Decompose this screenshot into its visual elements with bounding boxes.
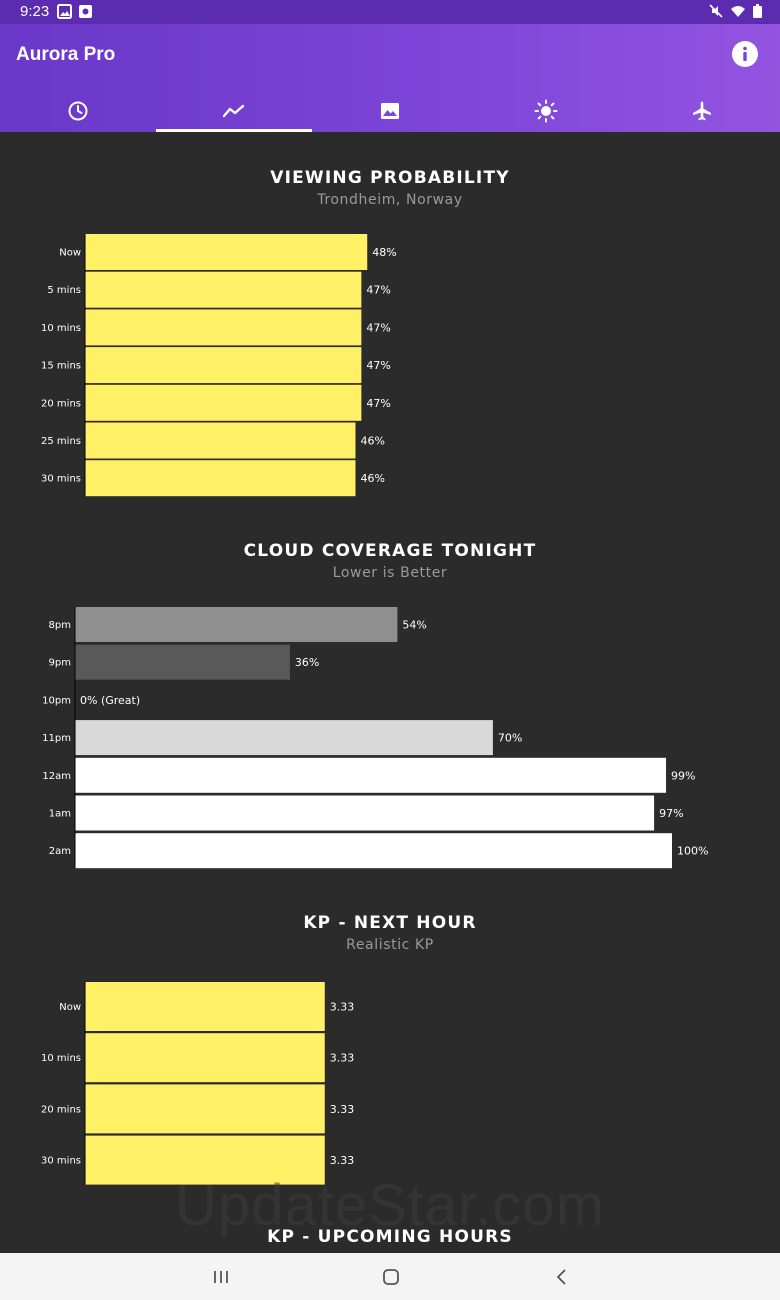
value-label: 36% bbox=[295, 656, 319, 669]
category-label: 10 mins bbox=[41, 323, 81, 334]
category-label: Now bbox=[59, 248, 81, 259]
image-icon bbox=[381, 103, 399, 119]
value-label: 3.33 bbox=[330, 1001, 355, 1014]
value-label: 3.33 bbox=[330, 1052, 355, 1065]
wifi-icon bbox=[731, 5, 745, 17]
bar bbox=[85, 982, 325, 1031]
value-label: 70% bbox=[498, 732, 522, 745]
value-label: 3.33 bbox=[330, 1103, 355, 1116]
status-notification-icons bbox=[57, 4, 93, 19]
clock-icon bbox=[68, 101, 88, 121]
kp-next-hour-subtitle: Realistic KP bbox=[346, 937, 434, 953]
value-label: 100% bbox=[677, 845, 708, 858]
bar bbox=[75, 720, 493, 756]
kp-next-hour-title: KP - NEXT HOUR bbox=[303, 913, 477, 933]
mute-icon bbox=[709, 4, 723, 18]
value-label: 47% bbox=[366, 284, 390, 297]
status-bar: 9:23 bbox=[0, 0, 780, 24]
tab-images[interactable] bbox=[312, 90, 468, 132]
tab-now[interactable] bbox=[0, 90, 156, 132]
bar bbox=[85, 1084, 325, 1134]
value-label: 97% bbox=[659, 807, 683, 820]
bar bbox=[75, 757, 667, 793]
value-label: 47% bbox=[366, 397, 390, 410]
value-label: 46% bbox=[360, 472, 384, 485]
category-label: 5 mins bbox=[47, 285, 81, 296]
recent-apps-icon bbox=[214, 1271, 228, 1283]
category-label: 12am bbox=[42, 771, 71, 782]
viewing-probability-title: VIEWING PROBABILITY bbox=[270, 168, 510, 188]
back-icon bbox=[557, 1269, 566, 1285]
gallery-notification-icon bbox=[57, 4, 72, 19]
bar bbox=[85, 234, 368, 270]
category-label: 10pm bbox=[42, 695, 71, 706]
tab-travel[interactable] bbox=[624, 90, 780, 132]
value-label: 46% bbox=[360, 435, 384, 448]
tab-sun[interactable] bbox=[468, 90, 624, 132]
app-root: 9:23 Aurora Pro VIEWING PROBABILITY Tron… bbox=[0, 0, 780, 1300]
value-label: 3.33 bbox=[330, 1154, 355, 1167]
category-label: 30 mins bbox=[41, 474, 81, 485]
airplane-icon bbox=[693, 101, 711, 121]
bar bbox=[85, 271, 362, 308]
category-label: 20 mins bbox=[41, 1104, 81, 1115]
cloud-coverage-title: CLOUD COVERAGE TONIGHT bbox=[243, 541, 537, 561]
sun-icon bbox=[534, 99, 558, 123]
cloud-coverage-chart: 8pm 54% 9pm 36% 10pm 0% (Great) 11pm 70% 12am 99%… bbox=[42, 607, 708, 869]
status-system-icons bbox=[709, 4, 762, 18]
bar bbox=[75, 607, 398, 642]
info-icon bbox=[743, 46, 747, 61]
category-label: 8pm bbox=[49, 620, 71, 631]
bar bbox=[85, 384, 362, 421]
home-button[interactable] bbox=[371, 1263, 411, 1291]
battery-icon bbox=[753, 4, 762, 18]
value-label: 0% (Great) bbox=[80, 694, 140, 707]
bar bbox=[75, 644, 290, 680]
tab-charts[interactable] bbox=[156, 90, 312, 132]
info-button[interactable] bbox=[732, 41, 758, 67]
category-label: 2am bbox=[49, 846, 71, 857]
bar bbox=[85, 460, 356, 497]
bar bbox=[75, 795, 655, 831]
trend-line-icon bbox=[222, 104, 245, 118]
value-label: 47% bbox=[366, 359, 390, 372]
bar bbox=[85, 1033, 325, 1083]
cloud-coverage-subtitle: Lower is Better bbox=[332, 565, 448, 581]
recent-apps-button[interactable] bbox=[201, 1263, 241, 1291]
value-label: 48% bbox=[372, 246, 396, 259]
kp-next-hour-chart: Now 3.33 10 mins 3.33 20 mins 3.33 30 mins 3.33 bbox=[41, 982, 355, 1185]
app-bar: Aurora Pro bbox=[0, 24, 780, 132]
app-title: Aurora Pro bbox=[16, 44, 116, 65]
category-label: 10 mins bbox=[41, 1053, 81, 1064]
category-label: 11pm bbox=[42, 733, 71, 744]
category-label: Now bbox=[59, 1002, 81, 1013]
tab-bar bbox=[0, 90, 780, 132]
charts-content[interactable]: VIEWING PROBABILITY Trondheim, Norway No… bbox=[0, 132, 780, 1253]
system-nav-bar bbox=[0, 1253, 780, 1300]
category-label: 1am bbox=[49, 809, 71, 820]
value-label: 47% bbox=[366, 321, 390, 334]
viewing-probability-subtitle: Trondheim, Norway bbox=[317, 192, 463, 208]
category-label: 25 mins bbox=[41, 436, 81, 447]
bar bbox=[85, 1135, 325, 1185]
app-notification-icon bbox=[79, 5, 92, 18]
value-label: 54% bbox=[402, 619, 426, 632]
category-label: 9pm bbox=[49, 658, 71, 669]
status-time: 9:23 bbox=[20, 3, 50, 20]
bar bbox=[75, 833, 672, 869]
home-icon bbox=[383, 1269, 399, 1285]
kp-upcoming-hours-title: KP - UPCOMING HOURS bbox=[267, 1227, 513, 1247]
category-label: 20 mins bbox=[41, 398, 81, 409]
bar bbox=[85, 309, 362, 346]
category-label: 30 mins bbox=[41, 1156, 81, 1167]
back-button[interactable] bbox=[542, 1263, 582, 1291]
category-label: 15 mins bbox=[41, 361, 81, 372]
bar bbox=[85, 422, 356, 459]
viewing-probability-chart: Now 48% 5 mins 47% 10 mins 47% 15 mins 47% 20 mi… bbox=[41, 234, 397, 497]
value-label: 99% bbox=[671, 769, 695, 782]
bar bbox=[85, 347, 362, 384]
